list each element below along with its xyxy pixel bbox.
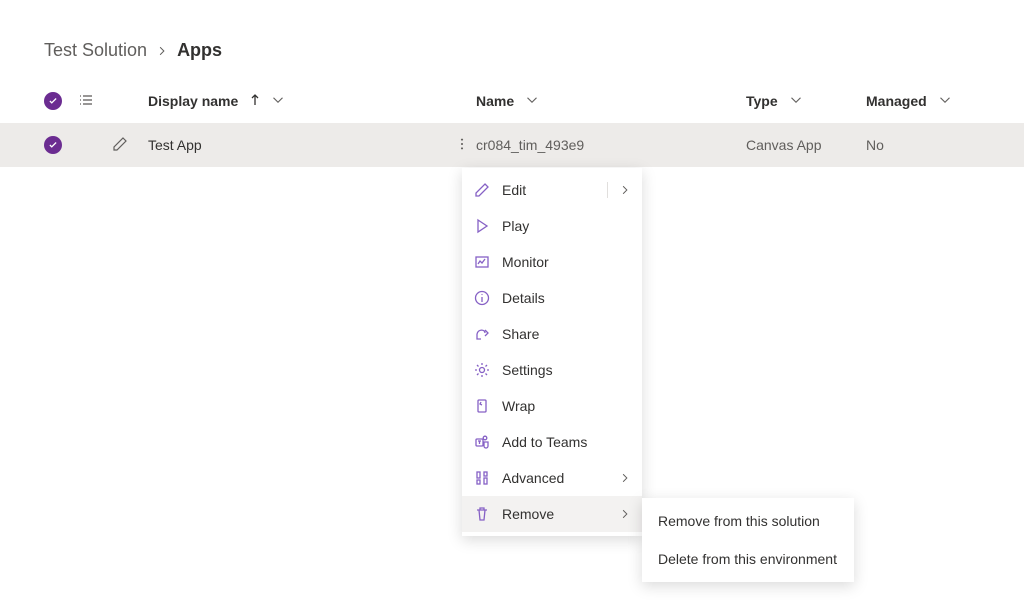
column-header-display-name[interactable]: Display name [148, 93, 448, 109]
breadcrumb: Test Solution Apps [0, 40, 1024, 79]
chevron-down-icon [790, 93, 802, 109]
menu-item-monitor[interactable]: Monitor [462, 244, 642, 280]
edit-row-button[interactable] [112, 136, 148, 155]
submenu-item-remove-from-solution[interactable]: Remove from this solution [642, 502, 854, 540]
column-header-label: Name [476, 93, 514, 109]
remove-submenu: Remove from this solution Delete from th… [642, 498, 854, 582]
apps-table: Display name Name Type [0, 79, 1024, 167]
column-header-name[interactable]: Name [476, 93, 746, 109]
menu-item-label: Remove [502, 506, 608, 522]
chevron-right-icon [620, 506, 630, 522]
menu-item-add-to-teams[interactable]: Add to Teams [462, 424, 642, 460]
menu-item-play[interactable]: Play [462, 208, 642, 244]
breadcrumb-parent[interactable]: Test Solution [44, 40, 147, 61]
table-header-row: Display name Name Type [0, 79, 1024, 123]
teams-icon [474, 434, 490, 450]
chevron-down-icon [526, 93, 538, 109]
chevron-down-icon [939, 93, 951, 109]
menu-divider [607, 182, 608, 198]
menu-item-details[interactable]: Details [462, 280, 642, 316]
menu-item-remove[interactable]: Remove [462, 496, 642, 532]
trash-icon [474, 506, 490, 522]
wrap-icon [474, 398, 490, 414]
checkmark-circle-icon [44, 136, 62, 154]
chevron-down-icon [272, 93, 284, 109]
row-managed: No [866, 137, 884, 153]
play-icon [474, 218, 490, 234]
advanced-icon [474, 470, 490, 486]
menu-item-label: Play [502, 218, 630, 234]
submenu-item-label: Delete from this environment [658, 551, 837, 567]
menu-item-label: Edit [502, 182, 608, 198]
column-header-type[interactable]: Type [746, 93, 866, 109]
info-icon [474, 290, 490, 306]
row-checkbox[interactable] [44, 136, 78, 154]
pencil-icon [474, 182, 490, 198]
menu-item-share[interactable]: Share [462, 316, 642, 352]
menu-item-wrap[interactable]: Wrap [462, 388, 642, 424]
pencil-icon [112, 136, 128, 155]
gear-icon [474, 362, 490, 378]
menu-item-label: Monitor [502, 254, 630, 270]
chevron-right-icon [620, 470, 630, 486]
reorder-column[interactable] [78, 92, 112, 111]
column-header-label: Type [746, 93, 778, 109]
submenu-item-label: Remove from this solution [658, 513, 820, 529]
sort-ascending-icon [250, 93, 260, 109]
menu-item-advanced[interactable]: Advanced [462, 460, 642, 496]
menu-item-label: Advanced [502, 470, 608, 486]
row-name: cr084_tim_493e9 [476, 137, 584, 153]
monitor-icon [474, 254, 490, 270]
menu-item-label: Share [502, 326, 630, 342]
more-vertical-icon [455, 137, 469, 154]
menu-item-settings[interactable]: Settings [462, 352, 642, 388]
menu-item-edit[interactable]: Edit [462, 172, 642, 208]
menu-item-label: Add to Teams [502, 434, 630, 450]
select-all-checkbox[interactable] [44, 92, 78, 110]
checkmark-circle-icon [44, 92, 62, 110]
menu-item-label: Wrap [502, 398, 630, 414]
row-type: Canvas App [746, 137, 822, 153]
menu-item-label: Settings [502, 362, 630, 378]
share-icon [474, 326, 490, 342]
column-header-managed[interactable]: Managed [866, 93, 966, 109]
table-row[interactable]: Test App cr084_tim_493e9 Canvas App No [0, 123, 1024, 167]
column-header-label: Display name [148, 93, 238, 109]
breadcrumb-current: Apps [177, 40, 222, 61]
chevron-right-icon [157, 40, 167, 61]
context-menu: Edit Play Monitor Details Share Settings [462, 168, 642, 536]
row-display-name: Test App [148, 137, 202, 153]
submenu-item-delete-from-environment[interactable]: Delete from this environment [642, 540, 854, 578]
list-icon [78, 92, 94, 111]
chevron-right-icon [620, 182, 630, 198]
more-actions-button[interactable] [448, 137, 476, 154]
menu-item-label: Details [502, 290, 630, 306]
column-header-label: Managed [866, 93, 927, 109]
